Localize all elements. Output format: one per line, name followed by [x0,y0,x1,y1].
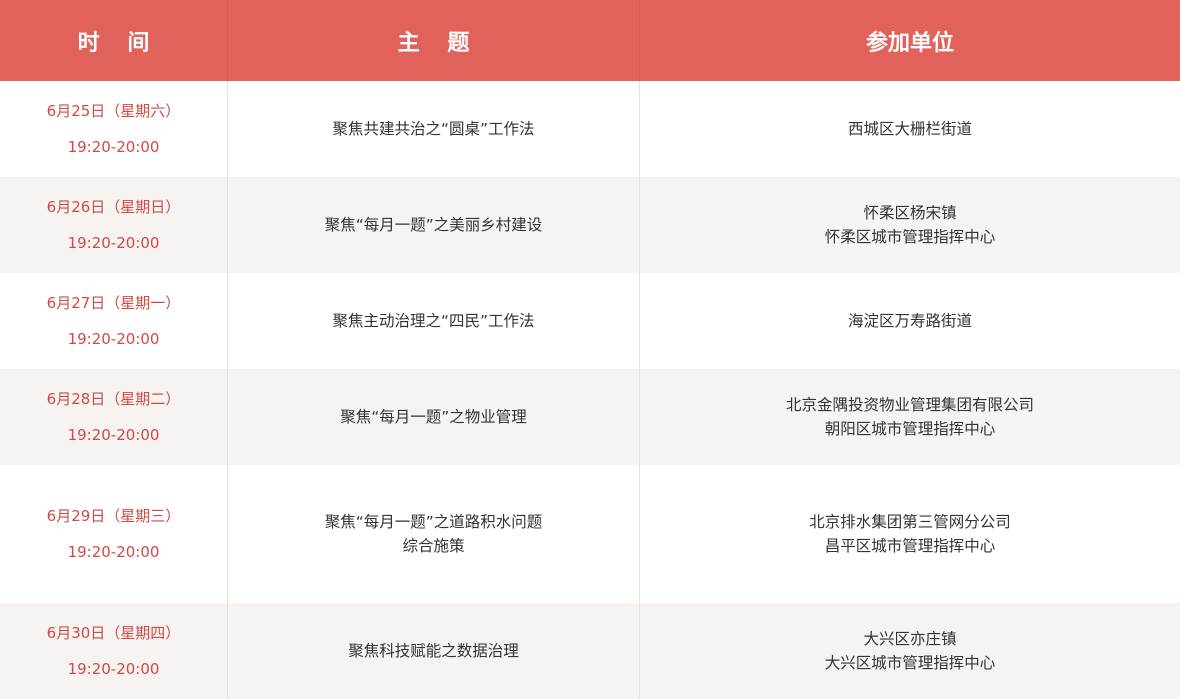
time-cell: 6月27日（星期一） 19:20-20:00 [0,273,228,369]
time-cell: 6月26日（星期日） 19:20-20:00 [0,177,228,273]
session-time: 19:20-20:00 [67,426,160,444]
topic-line: 聚焦主动治理之“四民”工作法 [332,312,535,330]
topic-cell: 聚焦“每月一题”之物业管理 [228,369,640,465]
unit-line: 北京排水集团第三管网分公司 [809,513,1011,531]
session-time: 19:20-20:00 [67,330,160,348]
session-date: 6月27日（星期一） [46,294,181,312]
session-date: 6月30日（星期四） [46,624,181,642]
header-time: 时 间 [0,0,228,81]
time-cell: 6月25日（星期六） 19:20-20:00 [0,81,228,177]
unit-line: 朝阳区城市管理指挥中心 [824,420,996,438]
session-date: 6月26日（星期日） [46,198,181,216]
time-cell: 6月30日（星期四） 19:20-20:00 [0,603,228,699]
unit-line: 怀柔区杨宋镇 [863,204,957,222]
session-time: 19:20-20:00 [67,660,160,678]
unit-line: 大兴区城市管理指挥中心 [824,654,996,672]
topic-cell: 聚焦“每月一题”之道路积水问题 综合施策 [228,465,640,603]
topic-line: 聚焦“每月一题”之美丽乡村建设 [324,216,543,234]
unit-cell: 怀柔区杨宋镇 怀柔区城市管理指挥中心 [640,177,1180,273]
unit-line: 海淀区万寿路街道 [847,312,972,330]
session-time: 19:20-20:00 [67,138,160,156]
header-topic-label: 主 题 [397,30,480,56]
header-unit: 参加单位 [640,0,1180,81]
topic-cell: 聚焦共建共治之“圆桌”工作法 [228,81,640,177]
unit-line: 昌平区城市管理指挥中心 [824,537,996,555]
table-row: 6月29日（星期三） 19:20-20:00 聚焦“每月一题”之道路积水问题 综… [0,465,1180,603]
header-topic: 主 题 [228,0,640,81]
session-date: 6月28日（星期二） [46,390,181,408]
topic-cell: 聚焦“每月一题”之美丽乡村建设 [228,177,640,273]
header-unit-label: 参加单位 [865,30,954,56]
session-date: 6月25日（星期六） [46,102,181,120]
unit-cell: 北京金隅投资物业管理集团有限公司 朝阳区城市管理指挥中心 [640,369,1180,465]
topic-line: 聚焦“每月一题”之道路积水问题 [324,513,543,531]
header-time-label: 时 间 [77,30,160,56]
unit-line: 北京金隅投资物业管理集团有限公司 [785,396,1034,414]
table-row: 6月28日（星期二） 19:20-20:00 聚焦“每月一题”之物业管理 北京金… [0,369,1180,465]
session-time: 19:20-20:00 [67,234,160,252]
unit-line: 大兴区亦庄镇 [863,630,957,648]
table-row: 6月30日（星期四） 19:20-20:00 聚焦科技赋能之数据治理 大兴区亦庄… [0,603,1180,699]
schedule-table: 时 间 主 题 参加单位 6月25日（星期六） 19:20-20:00 聚焦共建… [0,0,1180,699]
topic-line: 综合施策 [402,537,465,555]
table-row: 6月25日（星期六） 19:20-20:00 聚焦共建共治之“圆桌”工作法 西城… [0,81,1180,177]
unit-cell: 大兴区亦庄镇 大兴区城市管理指挥中心 [640,603,1180,699]
topic-cell: 聚焦主动治理之“四民”工作法 [228,273,640,369]
topic-line: 聚焦“每月一题”之物业管理 [340,408,527,426]
table-header: 时 间 主 题 参加单位 [0,0,1180,81]
unit-cell: 北京排水集团第三管网分公司 昌平区城市管理指挥中心 [640,465,1180,603]
topic-line: 聚焦共建共治之“圆桌”工作法 [332,120,535,138]
table-row: 6月27日（星期一） 19:20-20:00 聚焦主动治理之“四民”工作法 海淀… [0,273,1180,369]
unit-line: 怀柔区城市管理指挥中心 [824,228,996,246]
unit-cell: 海淀区万寿路街道 [640,273,1180,369]
time-cell: 6月29日（星期三） 19:20-20:00 [0,465,228,603]
session-date: 6月29日（星期三） [46,507,181,525]
unit-cell: 西城区大栅栏街道 [640,81,1180,177]
session-time: 19:20-20:00 [67,543,160,561]
topic-line: 聚焦科技赋能之数据治理 [348,642,519,660]
topic-cell: 聚焦科技赋能之数据治理 [228,603,640,699]
unit-line: 西城区大栅栏街道 [847,120,972,138]
table-row: 6月26日（星期日） 19:20-20:00 聚焦“每月一题”之美丽乡村建设 怀… [0,177,1180,273]
time-cell: 6月28日（星期二） 19:20-20:00 [0,369,228,465]
